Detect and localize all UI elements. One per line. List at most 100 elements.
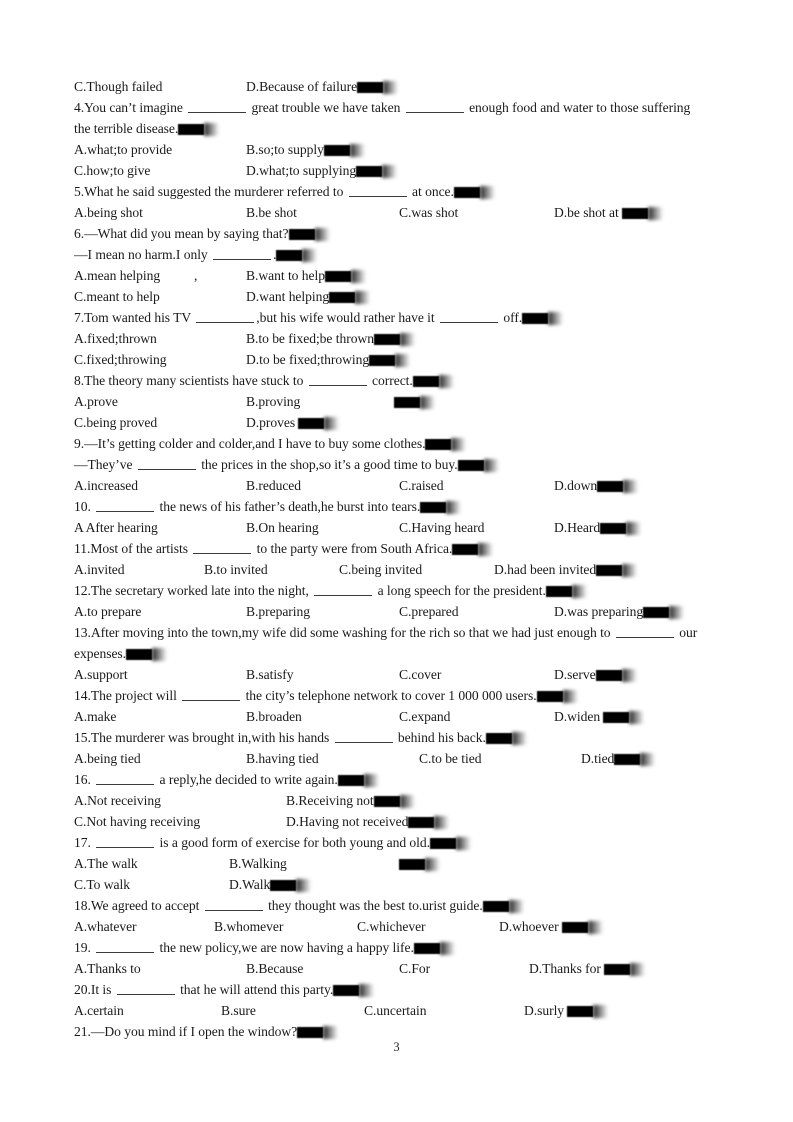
answer-option[interactable]: C.raised	[399, 475, 444, 496]
stem-text: 4.You can’t imagine	[74, 100, 187, 115]
answer-option[interactable]: B.having tied	[246, 748, 319, 769]
answer-option[interactable]: A.Thanks to	[74, 958, 141, 979]
answer-option[interactable]: A.being shot	[74, 202, 143, 223]
option-label: B.want to help	[246, 268, 325, 283]
stem-text: 18.We agreed to accept	[74, 898, 203, 913]
answer-option[interactable]: A.whatever	[74, 916, 137, 937]
option-label: C.expand	[399, 709, 451, 724]
answer-option[interactable]: B.to be fixed;be thrown	[246, 328, 400, 349]
answer-option[interactable]: A.The walk	[74, 853, 138, 874]
answer-option[interactable]: A.certain	[74, 1000, 124, 1021]
stray-mark: ,	[194, 265, 197, 286]
question-stem-line: 13.After moving into the town,my wife di…	[74, 622, 724, 643]
answer-option[interactable]: C.cover	[399, 664, 441, 685]
answer-option[interactable]: C.to be tied	[419, 748, 482, 769]
answer-option[interactable]: C.how;to give	[74, 160, 150, 181]
stem-text: 7.Tom wanted his TV	[74, 310, 195, 325]
stem-text: enough food and water to those suffering	[465, 100, 691, 115]
question-stem-line: expenses.	[74, 643, 724, 664]
redaction-mark	[394, 396, 420, 408]
answer-option[interactable]: B.Walking	[229, 853, 287, 874]
answer-option[interactable]: A.to prepare	[74, 601, 141, 622]
answer-option[interactable]: D.serve	[554, 664, 622, 685]
answer-option[interactable]: B.whomever	[214, 916, 283, 937]
answer-option[interactable]: A.prove	[74, 391, 118, 412]
answer-option[interactable]: D.had been invited	[494, 559, 623, 580]
answer-option[interactable]: D.whoever	[499, 916, 588, 937]
option-label: C.how;to give	[74, 163, 151, 178]
answer-option[interactable]: D.what;to supplying	[246, 160, 383, 181]
answer-blank	[96, 940, 155, 953]
answer-option[interactable]: D.proves	[246, 412, 325, 433]
answer-option[interactable]: C.Though failed	[74, 76, 162, 97]
answer-option[interactable]: B.Because	[246, 958, 303, 979]
stem-text: 20.It is	[74, 982, 115, 997]
answer-option[interactable]: B.satisfy	[246, 664, 294, 685]
answer-option[interactable]: C.prepared	[399, 601, 459, 622]
answer-option[interactable]: B.broaden	[246, 706, 302, 727]
answer-option[interactable]: D.widen	[554, 706, 630, 727]
answer-option[interactable]: C.fixed;throwing	[74, 349, 167, 370]
answer-option[interactable]: C.uncertain	[364, 1000, 427, 1021]
answer-option[interactable]: D.want helping	[246, 286, 356, 307]
answer-option[interactable]: B.reduced	[246, 475, 301, 496]
answer-option[interactable]: B.On hearing	[246, 517, 319, 538]
answer-option[interactable]: A.being tied	[74, 748, 141, 769]
answer-option[interactable]: D.down	[554, 475, 624, 496]
answer-option[interactable]: B.be shot	[246, 202, 297, 223]
answer-option[interactable]: C.being invited	[339, 559, 422, 580]
answer-option[interactable]: A.mean helping	[74, 265, 160, 286]
stem-text: expenses.	[74, 646, 127, 661]
answer-option[interactable]: A.fixed;thrown	[74, 328, 157, 349]
option-label: A.prove	[74, 394, 118, 409]
answer-option[interactable]: A.Not receiving	[74, 790, 161, 811]
answer-option[interactable]: C.being proved	[74, 412, 157, 433]
option-label: A.whatever	[74, 919, 137, 934]
answer-option[interactable]: D.to be fixed;throwing	[246, 349, 396, 370]
stem-text: 12.The secretary worked late into the ni…	[74, 583, 313, 598]
answer-option[interactable]: B.Receiving not	[286, 790, 400, 811]
answer-option[interactable]: C.To walk	[74, 874, 130, 895]
option-label: C.Having heard	[399, 520, 485, 535]
option-label: C.uncertain	[364, 1003, 427, 1018]
answer-option[interactable]: B.sure	[221, 1000, 256, 1021]
answer-option[interactable]: C.whichever	[357, 916, 426, 937]
answer-option[interactable]: D.Heard	[554, 517, 627, 538]
stem-text: to the party were from South Africa.	[253, 541, 453, 556]
option-label: D.Walk	[229, 877, 271, 892]
answer-option[interactable]: B.proving	[246, 391, 300, 412]
answer-option[interactable]: D.Walk	[229, 874, 297, 895]
answer-option[interactable]: D.be shot at	[554, 202, 649, 223]
answer-option[interactable]: A.invited	[74, 559, 125, 580]
answer-option[interactable]: A.make	[74, 706, 116, 727]
answer-option[interactable]: C.expand	[399, 706, 450, 727]
answer-option[interactable]: B.to invited	[204, 559, 268, 580]
answer-option[interactable]: D.was preparing	[554, 601, 670, 622]
answer-option[interactable]: C.meant to help	[74, 286, 160, 307]
answer-option[interactable]: A.support	[74, 664, 128, 685]
answer-option[interactable]: C.For	[399, 958, 430, 979]
answer-option[interactable]: D.tied	[581, 748, 641, 769]
option-label: C.For	[399, 961, 431, 976]
answer-option[interactable]: A.what;to provide	[74, 139, 172, 160]
option-label: C.Though failed	[74, 79, 163, 94]
answer-option[interactable]: D.surly	[524, 1000, 594, 1021]
option-label: C.prepared	[399, 604, 459, 619]
answer-option[interactable]: B.preparing	[246, 601, 310, 622]
redaction-mark	[596, 564, 623, 576]
answer-option[interactable]: B.want to help	[246, 265, 351, 286]
answer-option[interactable]: D.Because of failure	[246, 76, 384, 97]
answer-option[interactable]: C.was shot	[399, 202, 458, 223]
answer-blank	[405, 100, 464, 113]
answer-option[interactable]: D.Having not received	[286, 811, 435, 832]
answer-option[interactable]: B.so;to supply	[246, 139, 350, 160]
answer-option[interactable]: A After hearing	[74, 517, 158, 538]
answer-option[interactable]: D.Thanks for	[529, 958, 631, 979]
answer-blank	[193, 541, 252, 554]
option-row: C.Not having receiving D.Having not recei…	[74, 811, 724, 832]
answer-option[interactable]: A.increased	[74, 475, 138, 496]
answer-option[interactable]: C.Not having receiving	[74, 811, 200, 832]
question-stem-line: 15.The murderer was brought in,with his …	[74, 727, 724, 748]
stem-text: at once.	[408, 184, 454, 199]
answer-option[interactable]: C.Having heard	[399, 517, 484, 538]
